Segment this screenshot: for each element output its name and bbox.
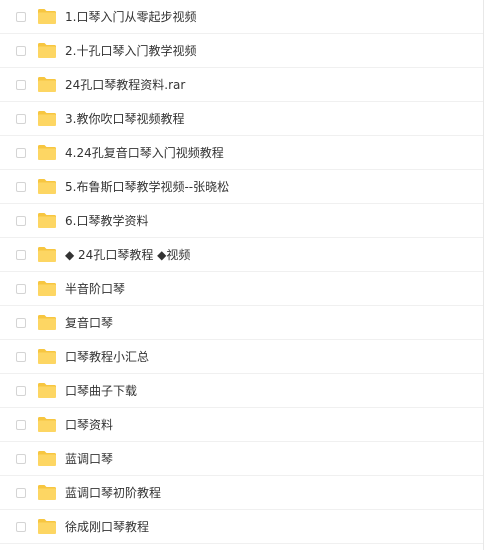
folder-icon xyxy=(37,212,57,229)
folder-icon xyxy=(37,246,57,263)
row-checkbox[interactable] xyxy=(16,250,26,260)
list-item[interactable]: 6.口琴教学资料 xyxy=(0,204,483,238)
list-item[interactable]: 2.十孔口琴入门教学视频 xyxy=(0,34,483,68)
file-name[interactable]: ◆ 24孔口琴教程 ◆视频 xyxy=(65,247,190,263)
folder-icon xyxy=(37,42,57,59)
file-name[interactable]: 口琴资料 xyxy=(65,417,113,433)
folder-icon xyxy=(37,314,57,331)
folder-icon xyxy=(37,110,57,127)
row-checkbox[interactable] xyxy=(16,216,26,226)
file-name[interactable]: 徐成刚口琴教程 xyxy=(65,519,149,535)
file-name[interactable]: 蓝调口琴 xyxy=(65,451,113,467)
file-name[interactable]: 口琴曲子下载 xyxy=(65,383,137,399)
folder-icon xyxy=(37,518,57,535)
row-checkbox[interactable] xyxy=(16,386,26,396)
file-name[interactable]: 复音口琴 xyxy=(65,315,113,331)
folder-icon xyxy=(37,382,57,399)
list-item[interactable]: 4.24孔复音口琴入门视频教程 xyxy=(0,136,483,170)
row-checkbox[interactable] xyxy=(16,114,26,124)
row-checkbox[interactable] xyxy=(16,80,26,90)
folder-icon xyxy=(37,348,57,365)
row-checkbox[interactable] xyxy=(16,182,26,192)
row-checkbox[interactable] xyxy=(16,318,26,328)
folder-icon xyxy=(37,144,57,161)
list-item[interactable]: 口琴资料 xyxy=(0,408,483,442)
file-name[interactable]: 4.24孔复音口琴入门视频教程 xyxy=(65,145,224,161)
row-checkbox[interactable] xyxy=(16,46,26,56)
row-checkbox[interactable] xyxy=(16,420,26,430)
row-checkbox[interactable] xyxy=(16,352,26,362)
file-name[interactable]: 蓝调口琴初阶教程 xyxy=(65,485,161,501)
list-item[interactable]: 24孔口琴教程资料.rar xyxy=(0,68,483,102)
file-name[interactable]: 6.口琴教学资料 xyxy=(65,213,148,229)
row-checkbox[interactable] xyxy=(16,284,26,294)
file-list: 1.口琴入门从零起步视频 2.十孔口琴入门教学视频 24孔口琴教程资料.rar … xyxy=(0,0,484,550)
folder-icon xyxy=(37,450,57,467)
row-checkbox[interactable] xyxy=(16,522,26,532)
list-item[interactable]: 口琴教程小汇总 xyxy=(0,340,483,374)
file-name[interactable]: 3.教你吹口琴视频教程 xyxy=(65,111,184,127)
list-item[interactable]: 5.布鲁斯口琴教学视频--张晓松 xyxy=(0,170,483,204)
file-name[interactable]: 半音阶口琴 xyxy=(65,281,125,297)
list-item[interactable]: 口琴曲子下载 xyxy=(0,374,483,408)
row-checkbox[interactable] xyxy=(16,454,26,464)
folder-icon xyxy=(37,178,57,195)
folder-icon xyxy=(37,76,57,93)
file-name[interactable]: 1.口琴入门从零起步视频 xyxy=(65,9,196,25)
file-name[interactable]: 24孔口琴教程资料.rar xyxy=(65,77,185,93)
folder-icon xyxy=(37,484,57,501)
list-item[interactable]: ◆ 24孔口琴教程 ◆视频 xyxy=(0,238,483,272)
list-item[interactable]: 半音阶口琴 xyxy=(0,272,483,306)
file-name[interactable]: 2.十孔口琴入门教学视频 xyxy=(65,43,196,59)
folder-icon xyxy=(37,416,57,433)
list-item[interactable]: 徐成刚口琴教程 xyxy=(0,510,483,544)
list-item[interactable]: 蓝调口琴初阶教程 xyxy=(0,476,483,510)
list-item[interactable]: 3.教你吹口琴视频教程 xyxy=(0,102,483,136)
row-checkbox[interactable] xyxy=(16,12,26,22)
list-item[interactable]: 1.口琴入门从零起步视频 xyxy=(0,0,483,34)
list-item[interactable]: 蓝调口琴 xyxy=(0,442,483,476)
row-checkbox[interactable] xyxy=(16,148,26,158)
folder-icon xyxy=(37,280,57,297)
file-name[interactable]: 口琴教程小汇总 xyxy=(65,349,149,365)
folder-icon xyxy=(37,8,57,25)
row-checkbox[interactable] xyxy=(16,488,26,498)
file-name[interactable]: 5.布鲁斯口琴教学视频--张晓松 xyxy=(65,179,229,195)
list-item[interactable]: 复音口琴 xyxy=(0,306,483,340)
